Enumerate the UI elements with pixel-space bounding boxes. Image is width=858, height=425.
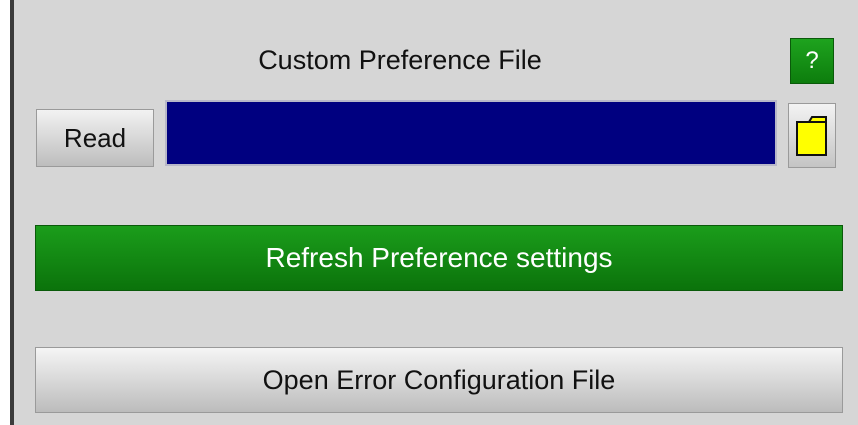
preference-file-path-field[interactable] <box>165 100 777 166</box>
help-button[interactable]: ? <box>790 38 834 84</box>
folder-icon <box>796 116 827 156</box>
panel-heading: Custom Preference File <box>258 45 542 75</box>
browse-folder-button[interactable] <box>788 103 836 168</box>
read-button[interactable]: Read <box>36 109 154 167</box>
refresh-preference-settings-button[interactable]: Refresh Preference settings <box>35 225 843 291</box>
open-error-configuration-file-button[interactable]: Open Error Configuration File <box>35 347 843 413</box>
